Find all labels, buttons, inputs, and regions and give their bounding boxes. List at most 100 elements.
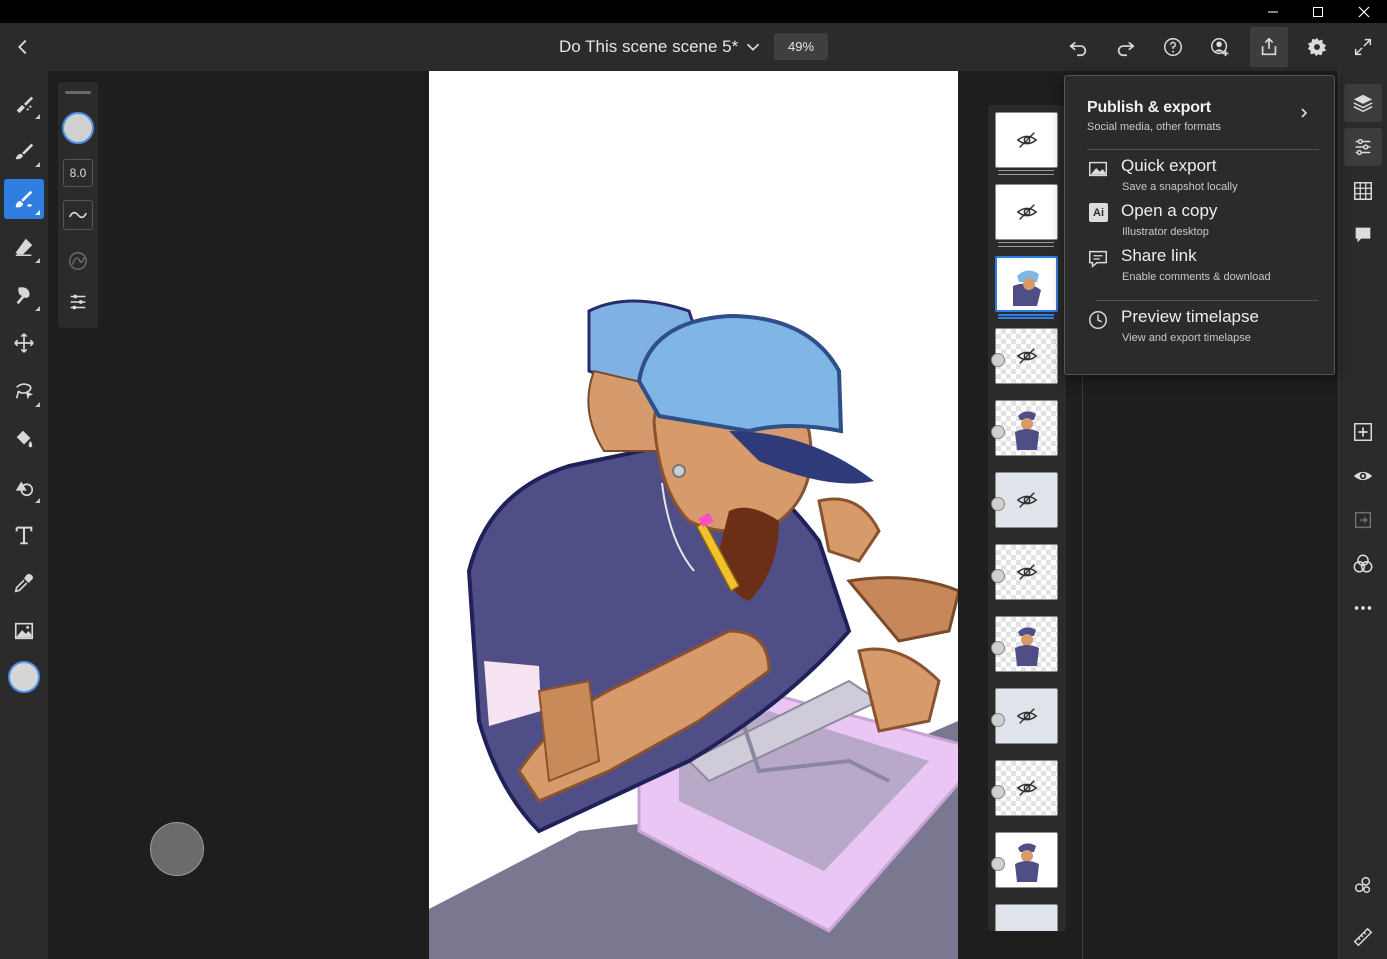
brush-settings-icon[interactable] <box>63 287 93 317</box>
layer-type-icon <box>991 425 1005 439</box>
share-link-button[interactable]: Share link <box>1121 246 1197 266</box>
layer-properties-icon[interactable] <box>1344 128 1382 166</box>
menu-title[interactable]: Publish & export <box>1087 99 1211 117</box>
close-icon[interactable] <box>1341 0 1387 23</box>
comments-icon[interactable] <box>1344 216 1382 254</box>
right-rail <box>1338 71 1387 959</box>
add-layer-icon[interactable] <box>1344 413 1382 451</box>
layer-thumbnail[interactable] <box>995 112 1058 168</box>
move-icon[interactable] <box>4 323 44 363</box>
illustrator-icon: Ai <box>1089 203 1108 222</box>
clock-icon <box>1089 311 1107 329</box>
open-copy-subtitle: Illustrator desktop <box>1122 226 1209 238</box>
paint-brush-icon[interactable] <box>4 179 44 219</box>
more-icon[interactable] <box>1344 589 1382 627</box>
layer-thumbnail[interactable] <box>995 328 1058 384</box>
comment-icon <box>1089 250 1107 268</box>
fullscreen-icon[interactable] <box>1347 31 1379 63</box>
window-titlebar <box>0 0 1387 23</box>
panel-divider <box>1082 375 1083 959</box>
layer-thumbnail[interactable] <box>995 760 1058 816</box>
layer-type-icon <box>991 857 1005 871</box>
hidden-eye-icon[interactable] <box>1016 489 1038 511</box>
eraser-icon[interactable] <box>4 227 44 267</box>
quick-export-button[interactable]: Quick export <box>1121 156 1216 176</box>
layer-thumbnail[interactable] <box>995 472 1058 528</box>
layer-thumbnail[interactable] <box>995 904 1058 931</box>
fill-icon[interactable] <box>4 419 44 459</box>
group-indicator <box>998 242 1054 247</box>
layer-type-icon <box>991 713 1005 727</box>
open-copy-button[interactable]: Open a copy <box>1121 201 1217 221</box>
layer-type-icon <box>991 641 1005 655</box>
menu-divider <box>1087 149 1319 150</box>
layers-icon[interactable] <box>1344 84 1382 122</box>
selected-indicator <box>998 314 1054 319</box>
help-icon[interactable] <box>1157 31 1189 63</box>
share-link-subtitle: Enable comments & download <box>1122 271 1271 283</box>
chevron-right-icon[interactable] <box>1297 106 1311 120</box>
layer-thumbnail[interactable] <box>995 400 1058 456</box>
publish-export-menu: Publish & export Social media, other for… <box>1064 75 1335 375</box>
artwork <box>429 299 958 959</box>
preview-timelapse-button[interactable]: Preview timelapse <box>1121 307 1259 327</box>
image-icon <box>1089 161 1107 177</box>
quick-export-subtitle: Save a snapshot locally <box>1122 181 1238 193</box>
layer-thumbnail[interactable] <box>995 688 1058 744</box>
cloud-link-icon[interactable] <box>1344 866 1382 904</box>
layer-type-icon <box>991 353 1005 367</box>
redo-icon[interactable] <box>1110 31 1142 63</box>
brush-preview[interactable] <box>62 112 94 144</box>
eyedropper-icon[interactable] <box>4 563 44 603</box>
brush-properties-panel: 8.0 <box>58 82 98 328</box>
hidden-eye-icon[interactable] <box>1016 561 1038 583</box>
hidden-eye-icon[interactable] <box>1016 345 1038 367</box>
text-icon[interactable] <box>4 515 44 555</box>
chevron-down-icon[interactable] <box>737 31 769 63</box>
share-icon[interactable] <box>1250 27 1288 67</box>
maximize-icon[interactable] <box>1295 0 1341 23</box>
shapes-icon[interactable] <box>4 467 44 507</box>
minimize-icon[interactable] <box>1250 0 1296 23</box>
layer-type-icon <box>991 785 1005 799</box>
smudge-icon[interactable] <box>4 275 44 315</box>
stroke-smoothing-icon[interactable] <box>63 200 93 230</box>
chevron-left-icon[interactable] <box>7 31 39 63</box>
brush-size-field[interactable]: 8.0 <box>63 159 93 187</box>
layer-thumbnail[interactable] <box>995 832 1058 888</box>
undo-icon[interactable] <box>1062 31 1094 63</box>
invite-icon[interactable] <box>1204 31 1236 63</box>
current-color-swatch[interactable] <box>8 661 40 693</box>
visibility-icon[interactable] <box>1344 457 1382 495</box>
settings-icon[interactable] <box>1301 31 1333 63</box>
layer-thumbnail[interactable] <box>995 184 1058 240</box>
layer-thumbnail[interactable] <box>995 544 1058 600</box>
blend-icon[interactable] <box>1344 545 1382 583</box>
app-header: Do This scene scene 5* 49% <box>0 23 1387 71</box>
menu-subtitle: Social media, other formats <box>1087 121 1221 133</box>
pixel-brush-icon[interactable] <box>4 83 44 123</box>
document-title[interactable]: Do This scene scene 5* <box>559 37 738 57</box>
merge-icon[interactable] <box>1344 501 1382 539</box>
zoom-level[interactable]: 49% <box>774 33 828 60</box>
hidden-eye-icon[interactable] <box>1016 129 1038 151</box>
group-indicator <box>998 170 1054 175</box>
preview-timelapse-subtitle: View and export timelapse <box>1122 332 1251 344</box>
layer-thumbnail-selected[interactable] <box>995 256 1058 312</box>
hidden-eye-icon[interactable] <box>1016 201 1038 223</box>
layers-panel <box>988 105 1066 931</box>
lasso-icon[interactable] <box>4 371 44 411</box>
pressure-icon[interactable] <box>63 246 93 276</box>
layer-type-icon <box>991 569 1005 583</box>
tools-toolbar <box>0 71 48 959</box>
hidden-eye-icon[interactable] <box>1016 777 1038 799</box>
touch-shortcut-button[interactable] <box>150 822 204 876</box>
vector-brush-icon[interactable] <box>4 131 44 171</box>
ruler-icon[interactable] <box>1344 918 1382 956</box>
grid-icon[interactable] <box>1344 172 1382 210</box>
image-icon[interactable] <box>4 611 44 651</box>
hidden-eye-icon[interactable] <box>1016 705 1038 727</box>
drawing-canvas[interactable] <box>429 71 958 959</box>
layer-thumbnail[interactable] <box>995 616 1058 672</box>
panel-handle[interactable] <box>65 91 91 94</box>
